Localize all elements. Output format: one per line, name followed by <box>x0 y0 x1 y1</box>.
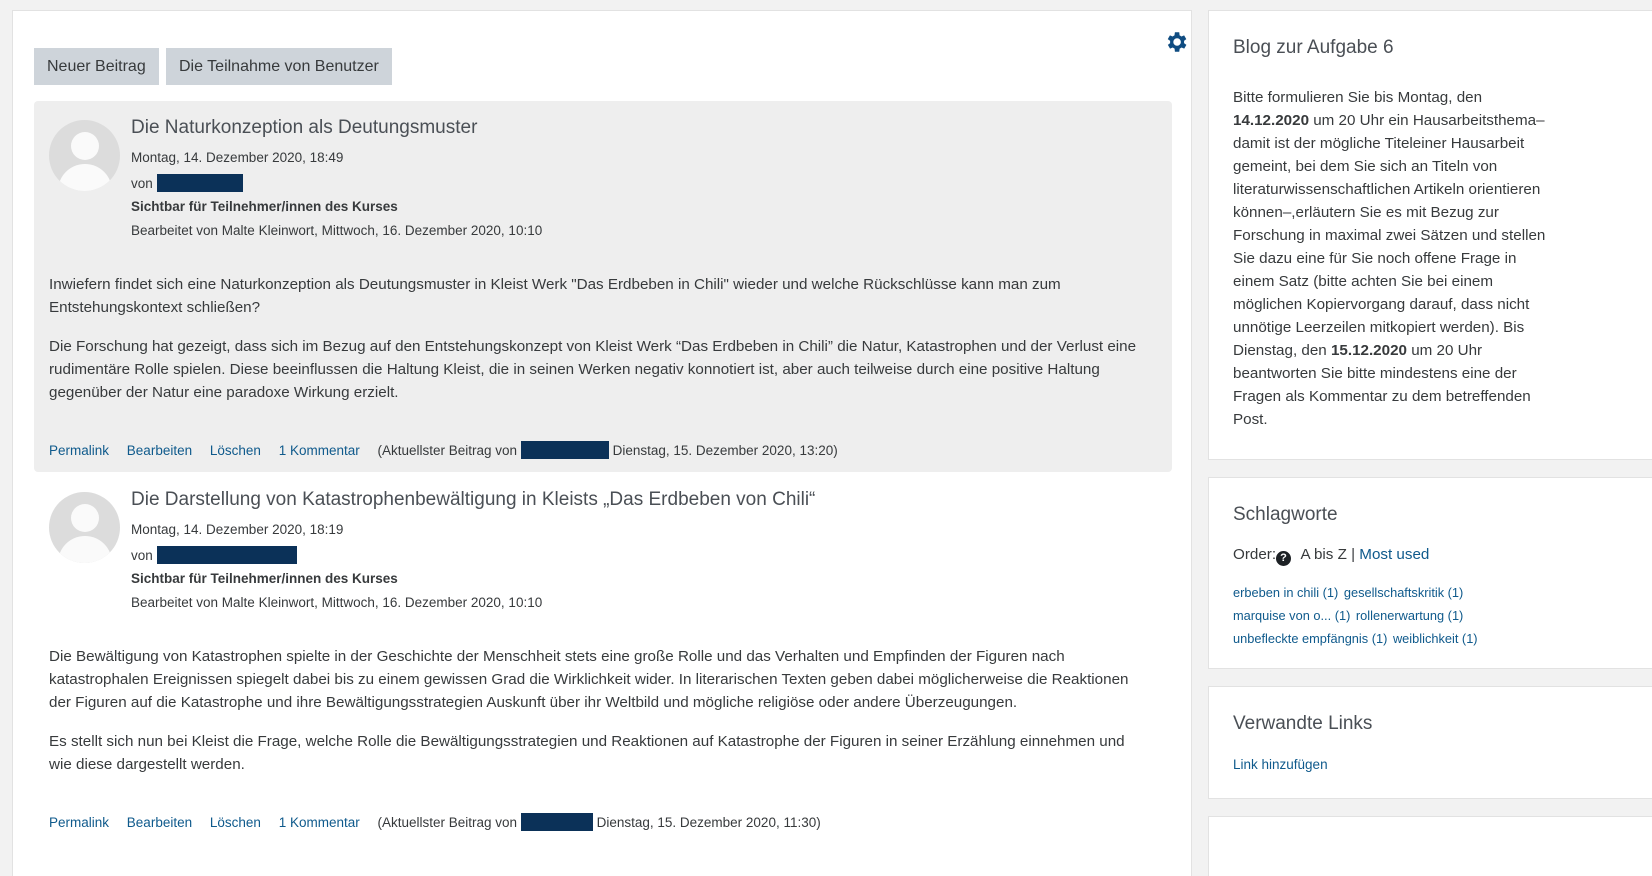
post-date: Montag, 14. Dezember 2020, 18:49 <box>131 150 344 165</box>
order-separator: | <box>1351 546 1356 563</box>
comments-link[interactable]: 1 Kommentar <box>279 443 360 458</box>
visibility-label: Sichtbar für Teilnehmer/innen des Kurses <box>131 571 398 586</box>
post-paragraph: Inwiefern findet sich eine Naturkonzepti… <box>49 276 1061 316</box>
edited-info: Bearbeitet von Malte Kleinwort, Mittwoch… <box>131 223 543 238</box>
tag-link[interactable]: erbeben in chili (1) <box>1233 585 1338 600</box>
by-label: von <box>131 176 153 191</box>
tag-order-control: Order:? A bis Z | Most used <box>1233 546 1429 566</box>
latest-comment-date: Dienstag, 15. Dezember 2020, 13:20) <box>612 443 838 458</box>
post-body: Inwiefern findet sich eine Naturkonzepti… <box>49 273 1149 420</box>
avatar[interactable] <box>49 492 120 563</box>
latest-comment-prefix: (Aktuellster Beitrag von <box>377 815 518 830</box>
new-entry-button[interactable]: Neuer Beitrag <box>34 48 159 85</box>
post-paragraph: Die Forschung hat gezeigt, dass sich im … <box>49 338 1137 401</box>
tags-block: Schlagworte Order:? A bis Z | Most used … <box>1208 477 1652 669</box>
help-icon[interactable]: ? <box>1276 551 1292 566</box>
post-title[interactable]: Die Naturkonzeption als Deutungsmuster <box>131 117 477 139</box>
desc-text: um 20 Uhr ein Hausarbeitsthema–damit ist… <box>1233 112 1546 359</box>
blog-info-block: Blog zur Aufgabe 6 Bitte formulieren Sie… <box>1208 10 1652 460</box>
gear-icon[interactable] <box>1163 29 1191 57</box>
avatar[interactable] <box>49 120 120 191</box>
order-label: Order: <box>1233 546 1277 563</box>
post-author: von <box>131 546 297 564</box>
tag-cloud: erbeben in chili (1) gesellschaftskritik… <box>1233 581 1533 650</box>
blog-description: Bitte formulieren Sie bis Montag, den 14… <box>1233 86 1551 431</box>
block-title: Schlagworte <box>1233 504 1338 525</box>
block-title: Verwandte Links <box>1233 713 1373 734</box>
permalink-link[interactable]: Permalink <box>49 815 109 830</box>
comments-link[interactable]: 1 Kommentar <box>279 815 360 830</box>
order-az[interactable]: A bis Z <box>1300 546 1346 563</box>
redacted-commenter-name[interactable] <box>520 813 593 831</box>
tag-link[interactable]: gesellschaftskritik (1) <box>1344 585 1463 600</box>
tag-link[interactable]: weiblichkeit (1) <box>1393 631 1478 646</box>
block-title: Blog zur Aufgabe 6 <box>1233 37 1394 58</box>
edited-info: Bearbeitet von Malte Kleinwort, Mittwoch… <box>131 595 543 610</box>
participation-button[interactable]: Die Teilnahme von Benutzer <box>166 48 392 85</box>
post-date: Montag, 14. Dezember 2020, 18:19 <box>131 522 344 537</box>
post-paragraph: Es stellt sich nun bei Kleist die Frage,… <box>49 733 1125 773</box>
next-block <box>1208 816 1652 876</box>
order-most-used-link[interactable]: Most used <box>1359 546 1429 563</box>
redacted-author-name[interactable] <box>156 546 297 564</box>
by-label: von <box>131 548 153 563</box>
related-links-block: Verwandte Links Link hinzufügen <box>1208 686 1652 799</box>
redacted-author-name[interactable] <box>156 174 243 192</box>
post-paragraph: Die Bewältigung von Katastrophen spielte… <box>49 648 1129 711</box>
blog-post: Die Naturkonzeption als Deutungsmuster M… <box>34 101 1172 472</box>
edit-link[interactable]: Bearbeiten <box>127 815 192 830</box>
tag-link[interactable]: rollenerwartung (1) <box>1356 608 1463 623</box>
post-body: Die Bewältigung von Katastrophen spielte… <box>49 645 1149 792</box>
post-footer: Permalink Bearbeiten Löschen 1 Kommentar… <box>49 441 838 459</box>
delete-link[interactable]: Löschen <box>210 443 261 458</box>
permalink-link[interactable]: Permalink <box>49 443 109 458</box>
latest-comment-date: Dienstag, 15. Dezember 2020, 11:30) <box>596 815 821 830</box>
tag-link[interactable]: marquise von o... (1) <box>1233 608 1350 623</box>
delete-link[interactable]: Löschen <box>210 815 261 830</box>
desc-date: 14.12.2020 <box>1233 112 1310 129</box>
blog-post: Die Darstellung von Katastrophenbewältig… <box>34 473 1172 876</box>
desc-date: 15.12.2020 <box>1330 342 1407 359</box>
redacted-commenter-name[interactable] <box>520 441 609 459</box>
post-title[interactable]: Die Darstellung von Katastrophenbewältig… <box>131 489 815 511</box>
add-link-button[interactable]: Link hinzufügen <box>1233 757 1328 772</box>
edit-link[interactable]: Bearbeiten <box>127 443 192 458</box>
desc-text: Bitte formulieren Sie bis Montag, den <box>1233 89 1483 106</box>
post-author: von <box>131 174 243 192</box>
visibility-label: Sichtbar für Teilnehmer/innen des Kurses <box>131 199 398 214</box>
latest-comment-prefix: (Aktuellster Beitrag von <box>377 443 518 458</box>
post-footer: Permalink Bearbeiten Löschen 1 Kommentar… <box>49 813 821 831</box>
blog-main-region: Neuer Beitrag Die Teilnahme von Benutzer… <box>12 10 1192 876</box>
tag-link[interactable]: unbefleckte empfängnis (1) <box>1233 631 1387 646</box>
